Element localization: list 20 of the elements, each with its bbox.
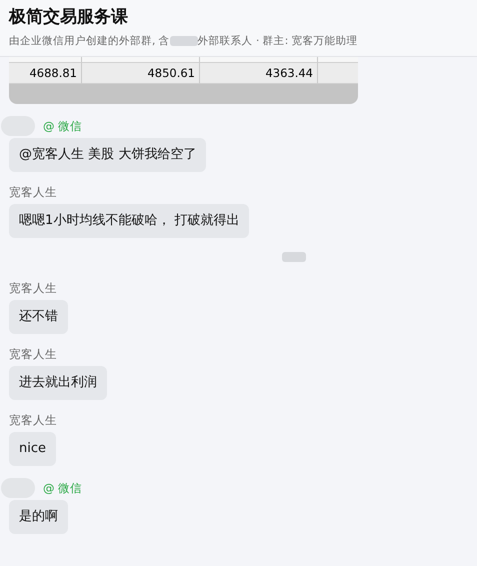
message-bubble: 嗯嗯1小时均线不能破哈， 打破就得出: [9, 204, 250, 238]
blurred-text: [282, 252, 306, 262]
wechat-tag: @ 微信: [43, 480, 82, 496]
chat-title: 极简交易服务课: [9, 6, 129, 28]
table-cell: 4688.81: [9, 63, 82, 84]
message-bubble: 还不错: [9, 300, 68, 334]
message-bubble: 是的啊: [9, 500, 68, 534]
table-cell: 4363.44: [200, 63, 318, 84]
sender-name: 宽客人生: [9, 346, 58, 362]
sender-name: 宽客人生: [9, 184, 58, 200]
group-info: 由企业微信用户创建的外部群, 含: [9, 34, 170, 48]
wechat-tag: @ 微信: [43, 118, 82, 134]
blurred-text: [170, 36, 198, 46]
message-bubble: @宽客人生 美股 大饼我给空了: [9, 138, 206, 172]
sender-name: 宽客人生: [9, 412, 58, 428]
table-cell: 4850.61: [82, 63, 200, 84]
sender-name: 宽客人生: [9, 280, 58, 296]
message-bubble: nice: [9, 432, 56, 466]
message-bubble: 进去就出利润: [9, 366, 107, 400]
group-info: 外部联系人 · 群主: 宽客万能助理: [198, 34, 358, 48]
